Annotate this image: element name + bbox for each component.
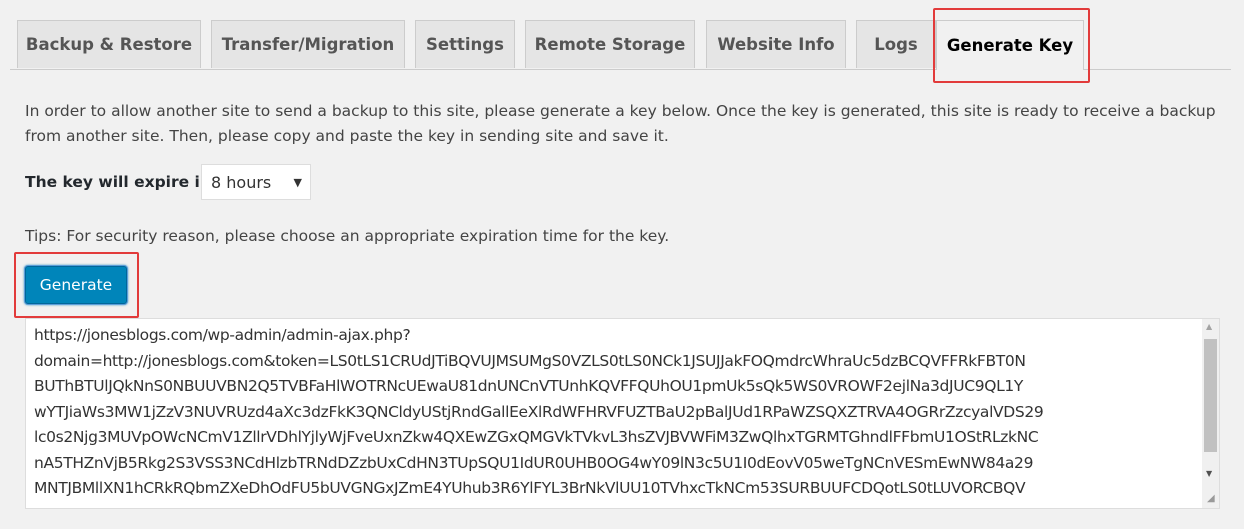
scroll-down-icon[interactable]: ▼ (1206, 469, 1212, 478)
key-line: BUThBTUlJQkNnS0NBUUVBN2Q5TVBFaHlWOTRNcUE… (34, 377, 1024, 395)
key-textarea[interactable]: https://jonesblogs.com/wp-admin/admin-aj… (25, 318, 1220, 509)
expire-select-value: 8 hours (211, 172, 272, 192)
intro-text-line1: In order to allow another site to send a… (25, 102, 1216, 120)
key-line: wYTJiaWs3MW1jZzV3NUVRUzd4aXc3dzFkK3QNCld… (34, 403, 1044, 421)
tab-remote-storage[interactable]: Remote Storage (525, 20, 695, 68)
scrollbar[interactable]: ▲ ▼ ◢ (1202, 319, 1219, 508)
tab-website-info[interactable]: Website Info (706, 20, 846, 68)
scroll-up-icon[interactable]: ▲ (1206, 322, 1212, 331)
key-line: nA5THZnVjB5Rkg2S3VSS3NCdHlzbTRNdDZzbUxCd… (34, 454, 1034, 472)
intro-text-line2: from another site. Then, please copy and… (25, 127, 669, 145)
expire-select[interactable]: 8 hours ▼ (201, 164, 311, 200)
expire-label: The key will expire in (25, 173, 211, 191)
tab-transfer-migration[interactable]: Transfer/Migration (211, 20, 405, 68)
tips-text: Tips: For security reason, please choose… (25, 227, 670, 245)
key-line: lc0s2Njg3MUVpOWcNCmV1ZllrVDhlYjlyWjFveUx… (34, 428, 1039, 446)
tab-backup-restore[interactable]: Backup & Restore (17, 20, 201, 68)
tab-logs[interactable]: Logs (856, 20, 936, 68)
key-line: MNTJBMllXN1hCRkRQbmZXeDhOdFU5bUVGNGxJZmE… (34, 479, 1026, 497)
generate-button[interactable]: Generate (25, 266, 127, 304)
tab-settings[interactable]: Settings (415, 20, 515, 68)
resize-handle-icon[interactable]: ◢ (1207, 493, 1215, 504)
highlight-box-tab (933, 8, 1090, 83)
chevron-down-icon: ▼ (293, 175, 302, 189)
key-line: https://jonesblogs.com/wp-admin/admin-aj… (34, 326, 411, 344)
scrollbar-thumb[interactable] (1204, 339, 1217, 452)
key-line: domain=http://jonesblogs.com&token=LS0tL… (34, 352, 1026, 370)
